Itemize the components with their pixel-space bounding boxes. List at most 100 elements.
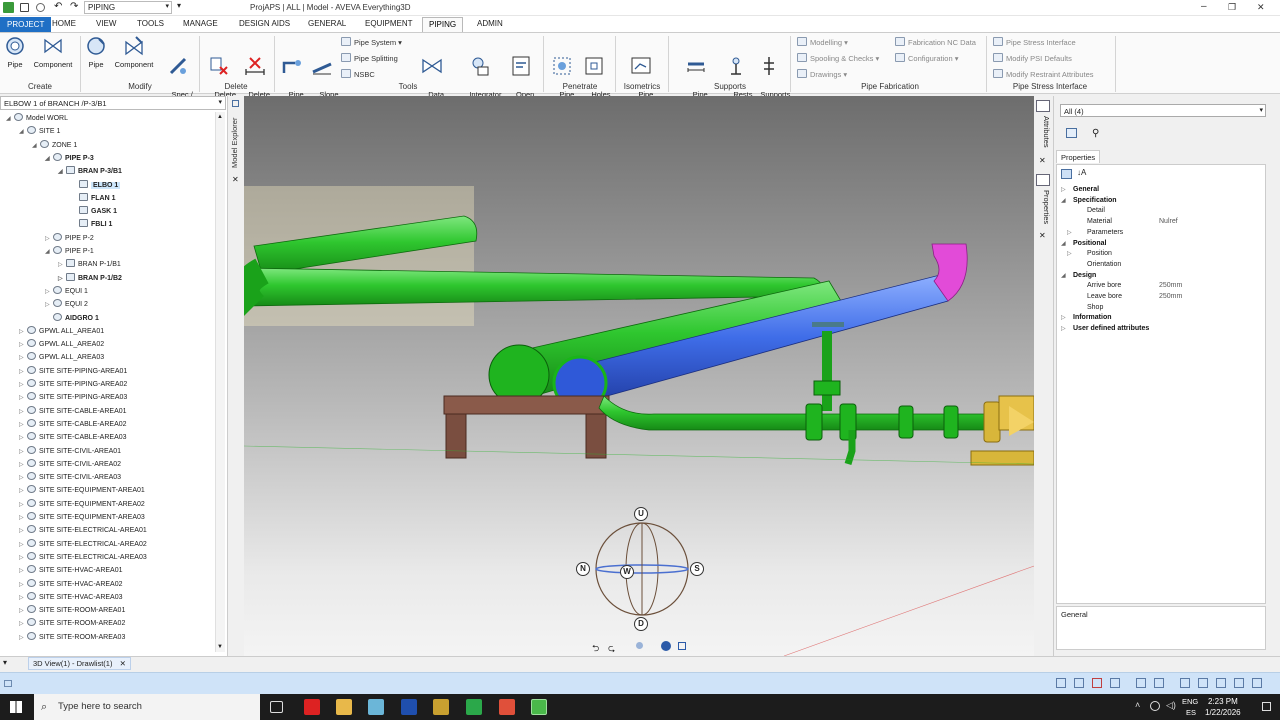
scroll-down-icon[interactable]: ▼ (217, 644, 223, 650)
attributes-tab-icon[interactable] (1036, 100, 1050, 112)
doc-tab-3d-view[interactable]: 3D View(1) - Drawlist(1) ✕ (28, 657, 131, 670)
expand-toggle-icon[interactable]: ▷ (1061, 324, 1066, 335)
properties-tab-label[interactable]: Properties (1042, 190, 1051, 224)
nav-forward-icon[interactable]: ⮎ (608, 641, 615, 656)
minimize-button[interactable]: – (1201, 1, 1207, 12)
tree-item[interactable]: FBLI 1 (71, 218, 112, 231)
sort-category-icon[interactable] (1061, 169, 1072, 179)
expand-toggle-icon[interactable]: ▷ (19, 525, 27, 538)
tree-item[interactable]: ▷ EQUI 2 (45, 298, 88, 311)
tree-item[interactable]: AIDGRO 1 (45, 312, 99, 325)
tab-home[interactable]: HOME (46, 17, 82, 32)
tree-item[interactable]: ▷ SITE SITE-CIVIL-AREA01 (19, 445, 121, 458)
tree-item[interactable]: ▷ SITE SITE-ELECTRICAL-AREA01 (19, 524, 147, 537)
status-tool-icon[interactable] (1056, 678, 1066, 688)
tree-item[interactable]: ▷ GPWL ALL_AREA02 (19, 338, 104, 351)
status-tool-icon[interactable] (1074, 678, 1084, 688)
tab-design-aids[interactable]: DESIGN AIDS (233, 17, 296, 32)
fabrication-nc-data-button[interactable]: Fabrication NC Data (895, 37, 976, 47)
view-compass[interactable]: U D N S W (576, 507, 704, 631)
expand-toggle-icon[interactable]: ▷ (19, 499, 27, 512)
tree-item[interactable]: ▷ SITE SITE-ROOM-AREA02 (19, 617, 125, 630)
configuration-button[interactable]: Configuration ▾ (895, 53, 958, 63)
property-row[interactable]: Material Nulref (1057, 217, 1257, 228)
drawings-button[interactable]: Drawings ▾ (797, 69, 847, 79)
create-component-button[interactable]: Component (31, 35, 75, 70)
expand-toggle-icon[interactable]: ▷ (1061, 313, 1066, 324)
status-tool-icon[interactable] (1234, 678, 1244, 688)
tab-general[interactable]: GENERAL (302, 17, 352, 32)
tree-item[interactable]: ▷ SITE SITE-EQUIPMENT-AREA01 (19, 484, 145, 497)
status-tool-icon[interactable] (1216, 678, 1226, 688)
modify-pipe-button[interactable]: Pipe (85, 35, 107, 70)
expand-toggle-icon[interactable]: ▷ (19, 605, 27, 618)
module-select[interactable]: PIPING ▾ (84, 1, 172, 14)
tray-language-bottom[interactable]: ES (1186, 708, 1196, 717)
spooling-checks-button[interactable]: Spooling & Checks ▾ (797, 53, 879, 63)
tree-item[interactable]: ▷ BRAN P-1/B2 (58, 272, 122, 285)
tab-manage[interactable]: MANAGE (177, 17, 224, 32)
prop-tool-icon-1[interactable] (1066, 128, 1077, 138)
expand-toggle-icon[interactable]: ▷ (1061, 185, 1066, 196)
task-view-icon[interactable] (270, 701, 283, 713)
property-row[interactable]: ▷ Position (1057, 249, 1257, 260)
nav-home-icon[interactable] (636, 642, 643, 649)
save-icon[interactable] (20, 3, 29, 12)
expand-toggle-icon[interactable]: ◢ (32, 140, 40, 153)
tree-item[interactable]: ◢ PIPE P-3 (45, 152, 94, 165)
property-row[interactable]: ▷ Parameters (1057, 228, 1257, 239)
compass-up[interactable]: U (634, 507, 648, 521)
expand-toggle-icon[interactable]: ▷ (58, 273, 66, 286)
modify-component-button[interactable]: Component (112, 35, 156, 70)
expand-toggle-icon[interactable]: ▷ (19, 446, 27, 459)
chevron-down-icon[interactable]: ▾ (218, 98, 222, 106)
expand-toggle-icon[interactable]: ▷ (19, 366, 27, 379)
tree-item[interactable]: GASK 1 (71, 205, 117, 218)
green-app-icon[interactable] (466, 699, 482, 715)
expand-toggle-icon[interactable]: ▷ (58, 259, 66, 272)
tree-item[interactable]: ▷ GPWL ALL_AREA01 (19, 325, 104, 338)
undo-icon[interactable]: ↶ (54, 1, 62, 12)
property-category[interactable]: ◢ Specification (1057, 196, 1257, 207)
attributes-tab-label[interactable]: Attributes (1042, 116, 1051, 148)
e3d-app-icon[interactable] (531, 699, 547, 715)
tray-network-icon[interactable] (1150, 701, 1160, 711)
prop-tool-icon-2[interactable]: ⚲ (1092, 128, 1099, 139)
model-explorer-tab[interactable]: Model Explorer ✕ (228, 96, 244, 656)
tree-item[interactable]: ▷ SITE SITE-EQUIPMENT-AREA03 (19, 511, 145, 524)
tree-item[interactable]: FLAN 1 (71, 192, 116, 205)
chevron-down-icon[interactable]: ▾ (1259, 106, 1263, 114)
pin-icon[interactable] (232, 100, 239, 107)
status-tool-icon[interactable] (1110, 678, 1120, 688)
property-row[interactable]: Detail (1057, 206, 1257, 217)
tray-volume-icon[interactable]: ◁) (1166, 700, 1176, 711)
expand-toggle-icon[interactable]: ◢ (1061, 271, 1066, 282)
expand-toggle-icon[interactable]: ▷ (19, 392, 27, 405)
expand-toggle-icon[interactable]: ◢ (1061, 196, 1066, 207)
tree-item[interactable]: ▷ SITE SITE-ROOM-AREA01 (19, 604, 125, 617)
powerpoint-icon[interactable] (401, 699, 417, 715)
expand-toggle-icon[interactable]: ◢ (45, 153, 53, 166)
tree-item[interactable]: ◢ BRAN P-3/B1 (58, 165, 122, 178)
tab-project[interactable]: PROJECT (0, 17, 52, 32)
expand-toggle-icon[interactable]: ▷ (19, 419, 27, 432)
modify-psi-defaults-button[interactable]: Modify PSI Defaults (993, 53, 1072, 63)
tree-item[interactable]: ▷ SITE SITE-PIPING-AREA01 (19, 365, 127, 378)
expand-toggle-icon[interactable]: ▷ (19, 618, 27, 631)
tree-item[interactable]: ▷ SITE SITE-CIVIL-AREA02 (19, 458, 121, 471)
nav-cube-icon[interactable] (678, 642, 686, 650)
expand-toggle-icon[interactable]: ◢ (19, 126, 27, 139)
expand-toggle-icon[interactable]: ▷ (1067, 228, 1072, 239)
close-icon[interactable]: ✕ (1039, 156, 1046, 165)
pipe-splitting-button[interactable]: Pipe Splitting (341, 53, 398, 63)
tree-item[interactable]: ELBO 1 (71, 179, 121, 192)
expand-toggle-icon[interactable]: ▷ (19, 485, 27, 498)
compass-west[interactable]: W (620, 565, 634, 579)
expand-toggle-icon[interactable]: ▷ (19, 406, 27, 419)
tab-piping[interactable]: PIPING (422, 17, 464, 32)
expand-toggle-icon[interactable]: ▷ (19, 432, 27, 445)
expand-toggle-icon[interactable]: ▷ (19, 592, 27, 605)
tree-item[interactable]: ▷ SITE SITE-HVAC-AREA03 (19, 591, 123, 604)
tab-view[interactable]: VIEW (90, 17, 122, 32)
expand-toggle-icon[interactable]: ▷ (1067, 249, 1072, 260)
